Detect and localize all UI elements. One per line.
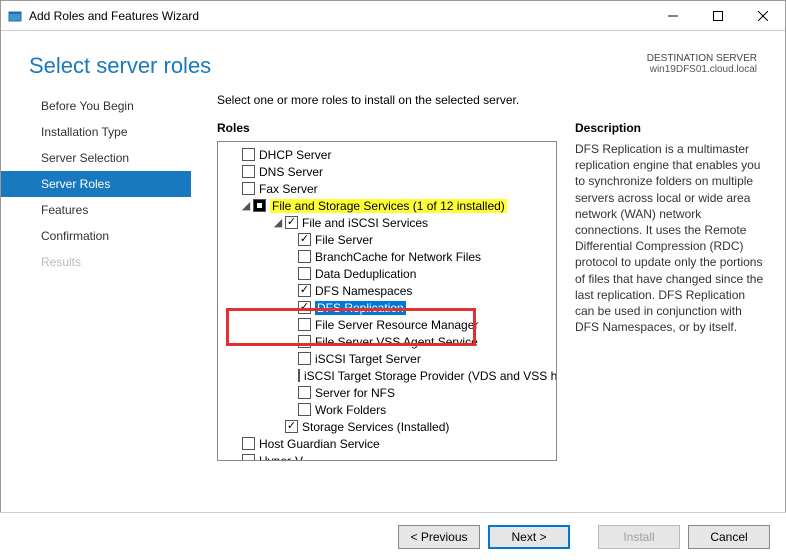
- role-iscsi-target-server[interactable]: iSCSI Target Server: [218, 350, 556, 367]
- checkbox[interactable]: [242, 165, 255, 178]
- checkbox[interactable]: [298, 352, 311, 365]
- checkbox[interactable]: [298, 369, 300, 382]
- step-features[interactable]: Features: [1, 197, 191, 223]
- window-title: Add Roles and Features Wizard: [29, 9, 650, 23]
- role-dhcp[interactable]: DHCP Server: [218, 146, 556, 163]
- expander-spacer: [272, 421, 284, 433]
- checkbox[interactable]: [242, 454, 255, 461]
- roles-heading: Roles: [217, 121, 557, 135]
- roles-tree[interactable]: DHCP Server DNS Server Fax Server ◢File …: [217, 141, 557, 461]
- checkbox[interactable]: [298, 318, 311, 331]
- checkbox[interactable]: [242, 148, 255, 161]
- role-fsrm[interactable]: File Server Resource Manager: [218, 316, 556, 333]
- role-vss-agent[interactable]: File Server VSS Agent Service: [218, 333, 556, 350]
- destination-server: DESTINATION SERVER win19DFS01.cloud.loca…: [647, 53, 757, 79]
- role-file-server[interactable]: File Server: [218, 231, 556, 248]
- checkbox[interactable]: [298, 284, 311, 297]
- instruction-text: Select one or more roles to install on t…: [217, 93, 767, 107]
- step-server-roles[interactable]: Server Roles: [1, 171, 191, 197]
- role-data-dedup[interactable]: Data Deduplication: [218, 265, 556, 282]
- checkbox[interactable]: [285, 216, 298, 229]
- checkbox[interactable]: [298, 335, 311, 348]
- checkbox[interactable]: [242, 182, 255, 195]
- role-work-folders[interactable]: Work Folders: [218, 401, 556, 418]
- install-button: Install: [598, 525, 680, 549]
- description-text: DFS Replication is a multimaster replica…: [575, 141, 767, 335]
- next-button[interactable]: Next >: [488, 525, 570, 549]
- checkbox[interactable]: [298, 301, 311, 314]
- role-file-storage-services[interactable]: ◢File and Storage Services (1 of 12 inst…: [218, 197, 556, 214]
- role-dns[interactable]: DNS Server: [218, 163, 556, 180]
- role-hyper-v[interactable]: Hyper-V: [218, 452, 556, 461]
- minimize-button[interactable]: [650, 1, 695, 30]
- checkbox[interactable]: [253, 199, 266, 212]
- checkbox[interactable]: [298, 267, 311, 280]
- step-results: Results: [1, 249, 191, 275]
- checkbox[interactable]: [285, 420, 298, 433]
- step-before-you-begin[interactable]: Before You Begin: [1, 93, 191, 119]
- cancel-button[interactable]: Cancel: [688, 525, 770, 549]
- close-button[interactable]: [740, 1, 785, 30]
- checkbox[interactable]: [298, 250, 311, 263]
- role-storage-services[interactable]: Storage Services (Installed): [218, 418, 556, 435]
- titlebar: Add Roles and Features Wizard: [1, 1, 785, 31]
- wizard-steps: Before You Begin Installation Type Serve…: [1, 89, 191, 509]
- role-server-for-nfs[interactable]: Server for NFS: [218, 384, 556, 401]
- wizard-icon: [7, 8, 23, 24]
- role-fax[interactable]: Fax Server: [218, 180, 556, 197]
- page-title: Select server roles: [29, 53, 211, 79]
- collapse-icon[interactable]: ◢: [272, 217, 284, 229]
- checkbox[interactable]: [298, 386, 311, 399]
- step-server-selection[interactable]: Server Selection: [1, 145, 191, 171]
- destination-label: DESTINATION SERVER: [647, 53, 757, 64]
- role-iscsi-target-storage-provider[interactable]: iSCSI Target Storage Provider (VDS and V…: [218, 367, 556, 384]
- collapse-icon[interactable]: ◢: [240, 200, 252, 212]
- checkbox[interactable]: [298, 403, 311, 416]
- previous-button[interactable]: < Previous: [398, 525, 480, 549]
- destination-value: win19DFS01.cloud.local: [647, 64, 757, 75]
- checkbox[interactable]: [242, 437, 255, 450]
- maximize-button[interactable]: [695, 1, 740, 30]
- role-file-iscsi-services[interactable]: ◢File and iSCSI Services: [218, 214, 556, 231]
- wizard-footer: < Previous Next > Install Cancel: [0, 512, 786, 560]
- role-host-guardian[interactable]: Host Guardian Service: [218, 435, 556, 452]
- role-dfs-namespaces[interactable]: DFS Namespaces: [218, 282, 556, 299]
- role-branchcache[interactable]: BranchCache for Network Files: [218, 248, 556, 265]
- description-heading: Description: [575, 121, 767, 135]
- checkbox[interactable]: [298, 233, 311, 246]
- step-installation-type[interactable]: Installation Type: [1, 119, 191, 145]
- role-dfs-replication[interactable]: DFS Replication: [218, 299, 556, 316]
- step-confirmation[interactable]: Confirmation: [1, 223, 191, 249]
